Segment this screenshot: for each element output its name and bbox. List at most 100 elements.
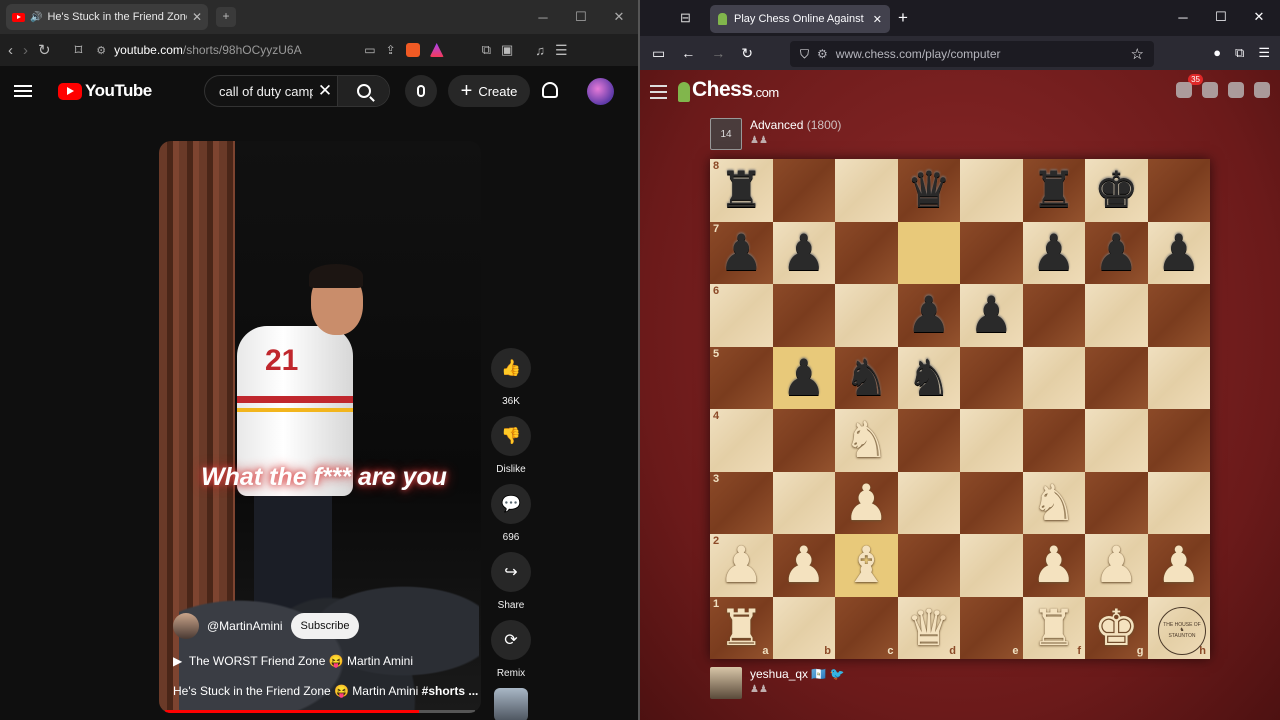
square-a4[interactable]: 4 xyxy=(710,409,773,472)
square-c2[interactable]: ♝ xyxy=(835,534,898,597)
square-d6[interactable]: ♟ xyxy=(897,284,960,347)
black-rook-piece[interactable]: ♜ xyxy=(1031,165,1076,215)
reload-icon[interactable]: ↻ xyxy=(38,41,51,59)
clear-search-icon[interactable]: ✕ xyxy=(313,81,337,101)
square-a2[interactable]: 2 ♟ xyxy=(710,534,773,597)
back-icon[interactable]: ‹ xyxy=(8,42,13,59)
square-f8[interactable]: ♜ xyxy=(1022,159,1085,222)
square-a3[interactable]: 3 xyxy=(710,471,773,534)
youtube-logo[interactable]: YouTube xyxy=(58,81,152,101)
black-knight-piece[interactable]: ♞ xyxy=(906,353,951,403)
white-king-piece[interactable]: ♚ xyxy=(1094,603,1139,653)
search-button[interactable] xyxy=(337,76,389,106)
video-title[interactable]: He's Stuck in the Friend Zone 😝 Martin A… xyxy=(173,684,478,698)
square-h3[interactable] xyxy=(1147,471,1210,534)
close-window-button[interactable]: ✕ xyxy=(600,0,638,34)
chess-logo[interactable]: Chess .com xyxy=(678,78,779,102)
square-h5[interactable] xyxy=(1147,346,1210,409)
menu-icon[interactable]: ☰ xyxy=(1258,45,1270,61)
cast-icon[interactable]: ▭ xyxy=(364,43,375,57)
square-b2[interactable]: ♟ xyxy=(772,534,835,597)
square-a7[interactable]: 7 ♟ xyxy=(710,221,773,284)
square-e4[interactable] xyxy=(960,409,1023,472)
square-g5[interactable] xyxy=(1085,346,1148,409)
square-g2[interactable]: ♟ xyxy=(1085,534,1148,597)
close-tab-icon[interactable]: ✕ xyxy=(192,10,202,24)
black-pawn-piece[interactable]: ♟ xyxy=(781,228,826,278)
shorts-video-player[interactable]: 21 What the f*** are you @MartinAmini Su… xyxy=(159,141,481,713)
sound-thumbnail[interactable] xyxy=(494,688,528,720)
square-h2[interactable]: ♟ xyxy=(1147,534,1210,597)
white-pawn-piece[interactable]: ♟ xyxy=(1031,540,1076,590)
site-info-icon[interactable]: ⚙ xyxy=(96,44,106,57)
square-g6[interactable] xyxy=(1085,284,1148,347)
square-b6[interactable] xyxy=(772,284,835,347)
share-page-icon[interactable]: ⇪ xyxy=(386,43,396,57)
square-e2[interactable] xyxy=(960,534,1023,597)
square-a6[interactable]: 6 xyxy=(710,284,773,347)
black-pawn-piece[interactable]: ♟ xyxy=(906,290,951,340)
black-pawn-piece[interactable]: ♟ xyxy=(1031,228,1076,278)
square-e5[interactable] xyxy=(960,346,1023,409)
white-pawn-piece[interactable]: ♟ xyxy=(1094,540,1139,590)
white-knight-piece[interactable]: ♞ xyxy=(1031,478,1076,528)
square-b4[interactable] xyxy=(772,409,835,472)
white-pawn-piece[interactable]: ♟ xyxy=(1156,540,1201,590)
new-tab-button[interactable]: + xyxy=(898,8,908,28)
square-f3[interactable]: ♞ xyxy=(1022,471,1085,534)
white-pawn-piece[interactable]: ♟ xyxy=(844,478,889,528)
brave-shield-icon[interactable] xyxy=(405,43,420,57)
create-button[interactable]: + Create xyxy=(448,75,530,107)
close-tab-icon[interactable]: ✕ xyxy=(873,13,882,26)
guide-menu-icon[interactable] xyxy=(14,85,32,97)
square-h7[interactable]: ♟ xyxy=(1147,221,1210,284)
friends-icon[interactable] xyxy=(1202,82,1218,98)
square-c8[interactable] xyxy=(835,159,898,222)
black-pawn-piece[interactable]: ♟ xyxy=(1094,228,1139,278)
back-icon[interactable]: ← xyxy=(681,45,695,61)
square-b1[interactable]: b xyxy=(772,596,835,659)
square-e6[interactable]: ♟ xyxy=(960,284,1023,347)
square-d3[interactable] xyxy=(897,471,960,534)
player-name[interactable]: yeshua_qx xyxy=(750,667,808,681)
bookmark-star-icon[interactable]: ☆ xyxy=(1131,45,1144,63)
square-e8[interactable] xyxy=(960,159,1023,222)
progress-bar[interactable] xyxy=(165,710,475,713)
url-field[interactable]: ⛉ ⚙ www.chess.com/play/computer ☆ xyxy=(790,41,1154,67)
square-f2[interactable]: ♟ xyxy=(1022,534,1085,597)
square-d4[interactable] xyxy=(897,409,960,472)
square-b5[interactable]: ♟ xyxy=(772,346,835,409)
song-line[interactable]: ▶ The WORST Friend Zone 😝 Martin Amini xyxy=(173,654,413,668)
black-king-piece[interactable]: ♚ xyxy=(1094,165,1139,215)
square-b8[interactable] xyxy=(772,159,835,222)
sidebar-icon[interactable]: ▣ xyxy=(501,42,513,58)
square-g1[interactable]: g ♚ xyxy=(1085,596,1148,659)
square-g4[interactable] xyxy=(1085,409,1148,472)
media-icon[interactable]: ♫ xyxy=(535,43,545,58)
tab-youtube[interactable]: 🔊 He's Stuck in the Friend Zone ✕ xyxy=(6,4,208,30)
square-e7[interactable] xyxy=(960,221,1023,284)
maximize-button[interactable]: ☐ xyxy=(1202,0,1240,34)
forward-icon[interactable]: → xyxy=(711,45,725,61)
maximize-button[interactable]: ☐ xyxy=(562,0,600,34)
share-button[interactable]: ↪ xyxy=(491,552,531,592)
tab-chess[interactable]: Play Chess Online Against the C ✕ xyxy=(710,5,890,33)
notifications-icon[interactable] xyxy=(542,82,558,98)
black-pawn-piece[interactable]: ♟ xyxy=(781,353,826,403)
notifications-icon[interactable] xyxy=(1176,82,1192,98)
chess-board[interactable]: 8 ♜ ♛ ♜ ♚ 7 ♟ ♟ ♟ ♟ ♟ 6 ♟ ♟ 5 ♟ ♞ ♞ 4 ♞ 3 ♟ ♞ 2 ♟ ♟ ♝ ♟ ♟ ♟ 1 a ♜ b c d ♛ e f ♜… xyxy=(710,159,1210,659)
black-pawn-piece[interactable]: ♟ xyxy=(1156,228,1201,278)
minimize-button[interactable]: ─ xyxy=(1164,0,1202,34)
permissions-icon[interactable]: ⚙ xyxy=(817,47,828,61)
tab-overview-icon[interactable]: ⊟ xyxy=(680,10,691,26)
white-queen-piece[interactable]: ♛ xyxy=(906,603,951,653)
white-pawn-piece[interactable]: ♟ xyxy=(719,540,764,590)
square-c5[interactable]: ♞ xyxy=(835,346,898,409)
square-a8[interactable]: 8 ♜ xyxy=(710,159,773,222)
bot-avatar[interactable]: 14 xyxy=(710,118,742,150)
square-h4[interactable] xyxy=(1147,409,1210,472)
account-avatar[interactable] xyxy=(587,78,614,105)
video-title-hashtag[interactable]: #shorts ... xyxy=(422,684,479,698)
search-input[interactable]: call of duty camp xyxy=(205,84,313,99)
dislike-button[interactable]: 👎 xyxy=(491,416,531,456)
